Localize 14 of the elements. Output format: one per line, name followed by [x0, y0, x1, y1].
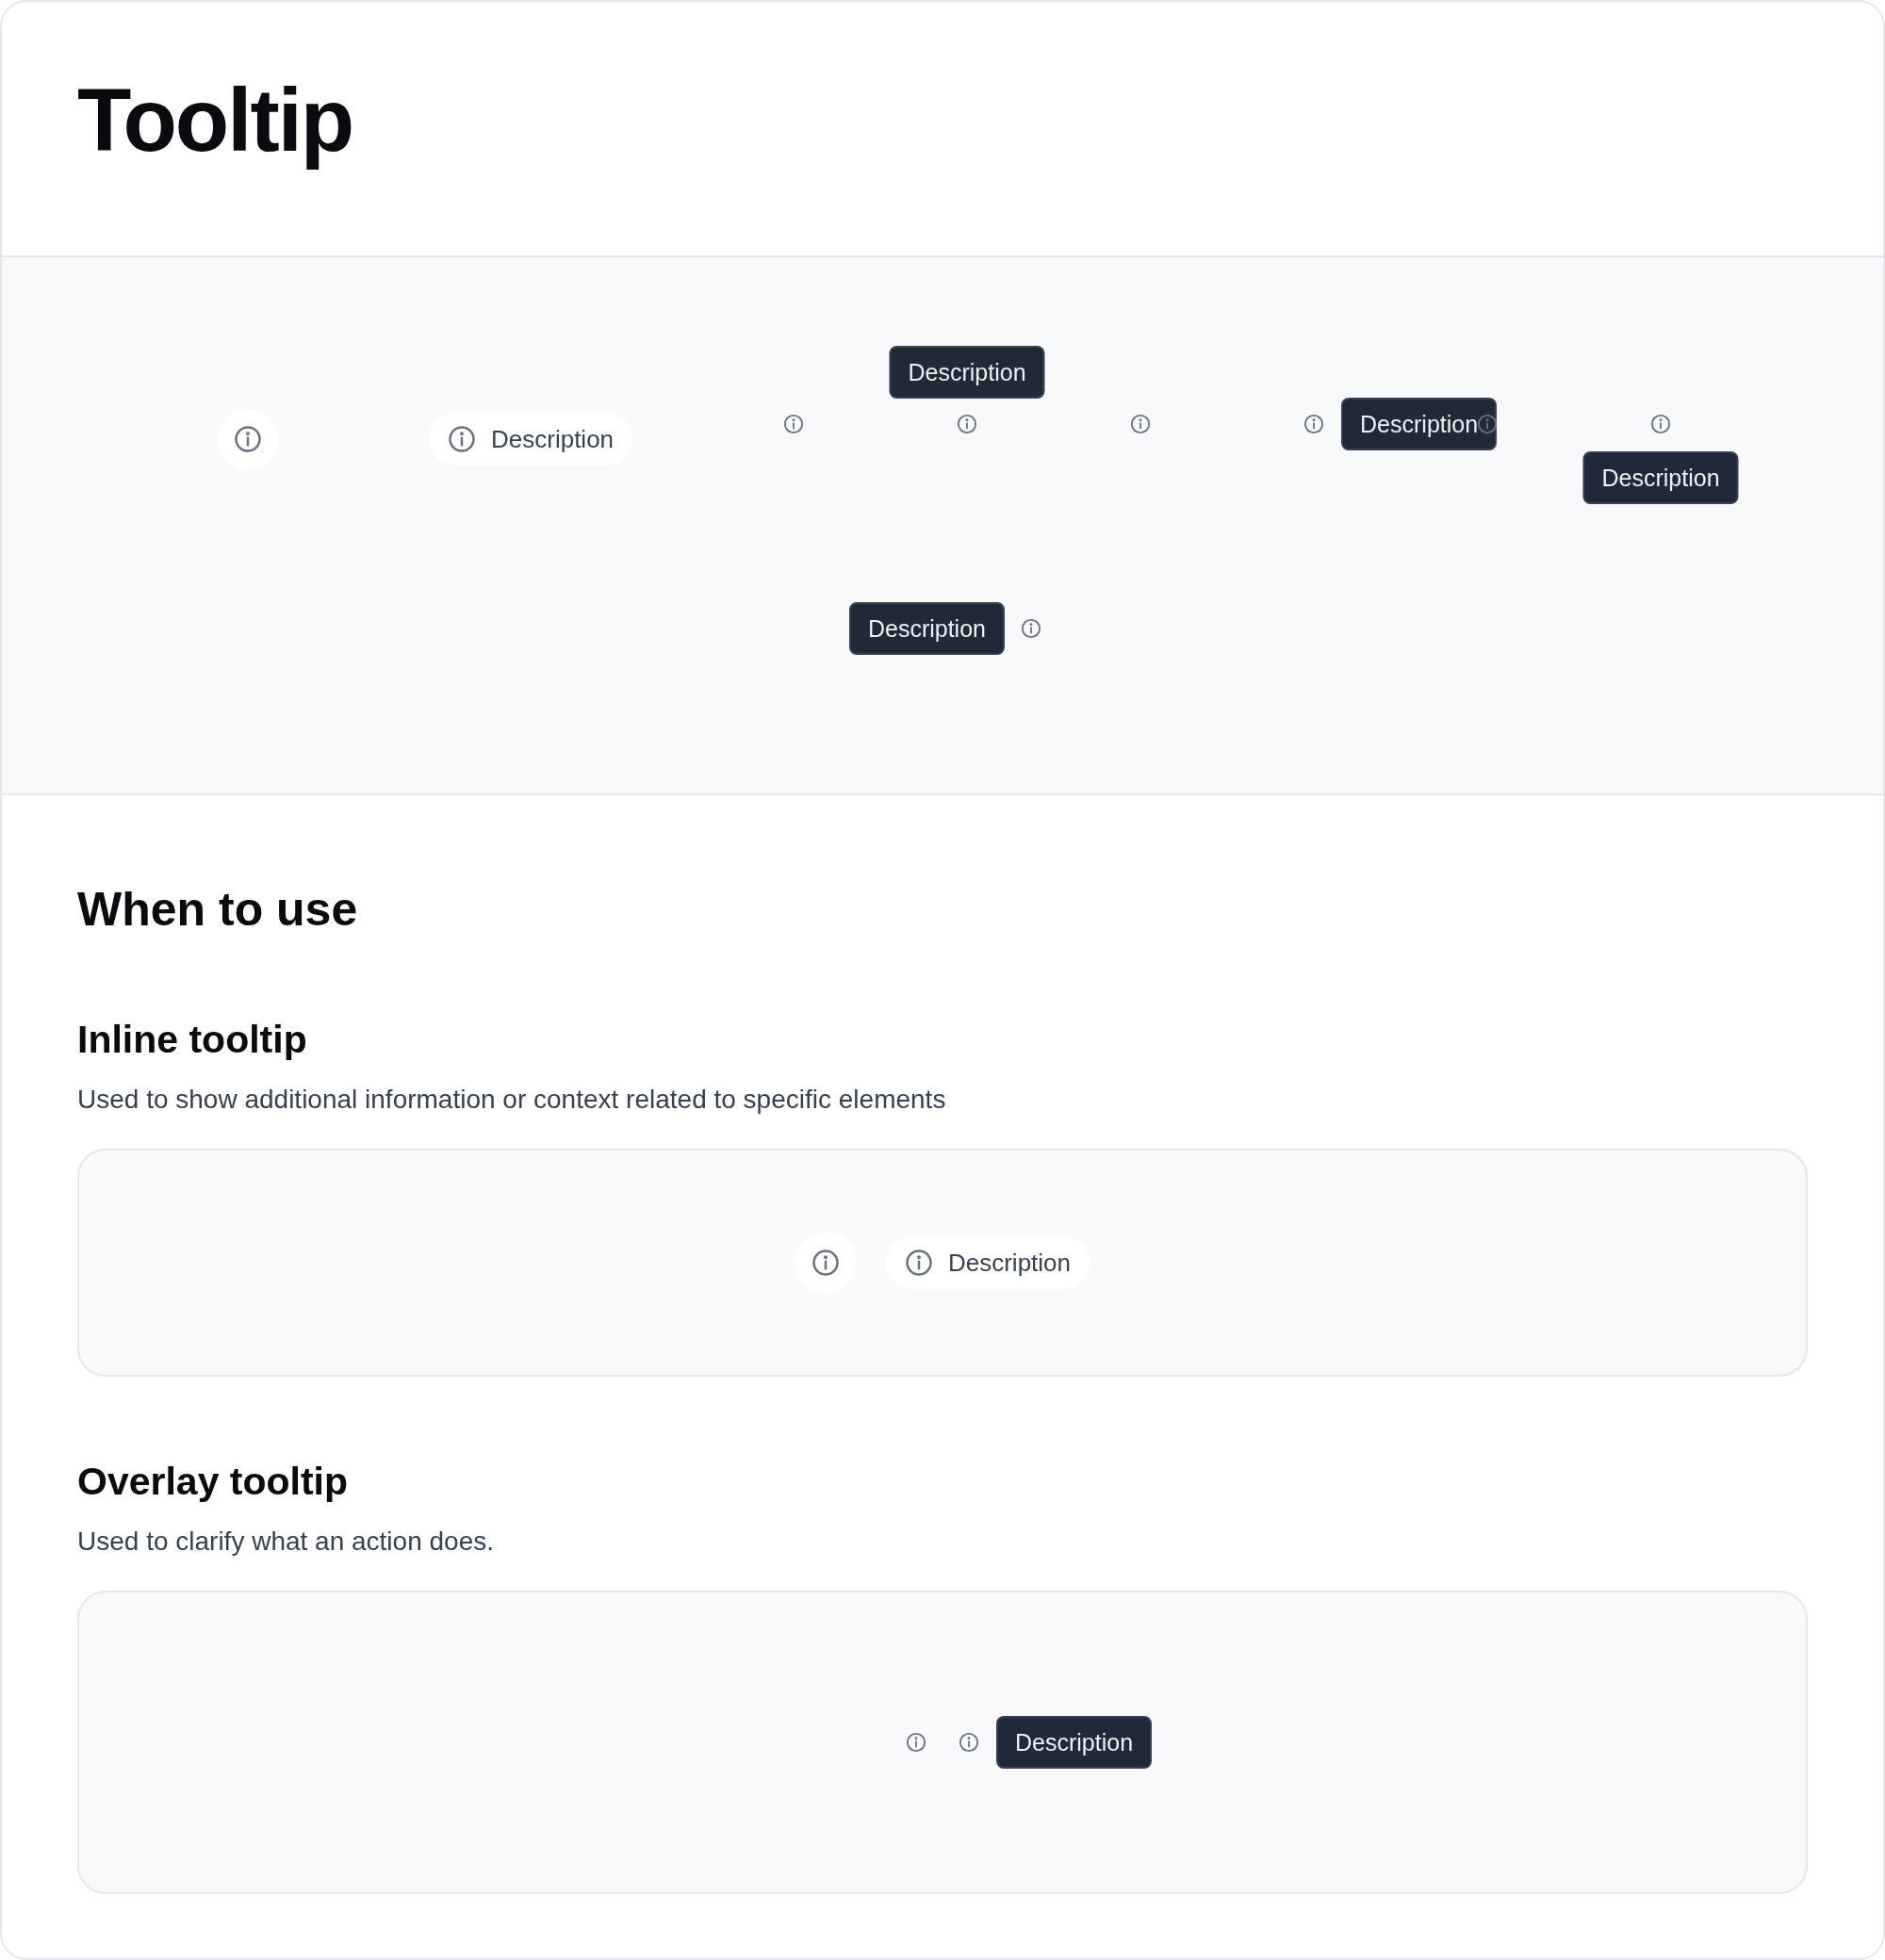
info-icon[interactable]	[1477, 414, 1499, 434]
page-title: Tooltip	[77, 72, 353, 170]
subsection-heading: Inline tooltip	[77, 1018, 307, 1062]
tooltip: Description	[1582, 451, 1739, 504]
section-heading: When to use	[77, 882, 358, 937]
description-button[interactable]: Description	[885, 1236, 1090, 1289]
tooltip: Description	[996, 1716, 1153, 1769]
tooltip: Description	[889, 346, 1045, 399]
tooltip: Description	[848, 602, 1005, 655]
description-button[interactable]: Description	[429, 413, 633, 466]
tooltip: Description	[1341, 398, 1498, 450]
description-text: Used to clarify what an action does.	[77, 1527, 495, 1557]
subsection-heading: Overlay tooltip	[77, 1460, 349, 1504]
description-text: Used to show additional information or context related to specific elements	[77, 1085, 947, 1115]
